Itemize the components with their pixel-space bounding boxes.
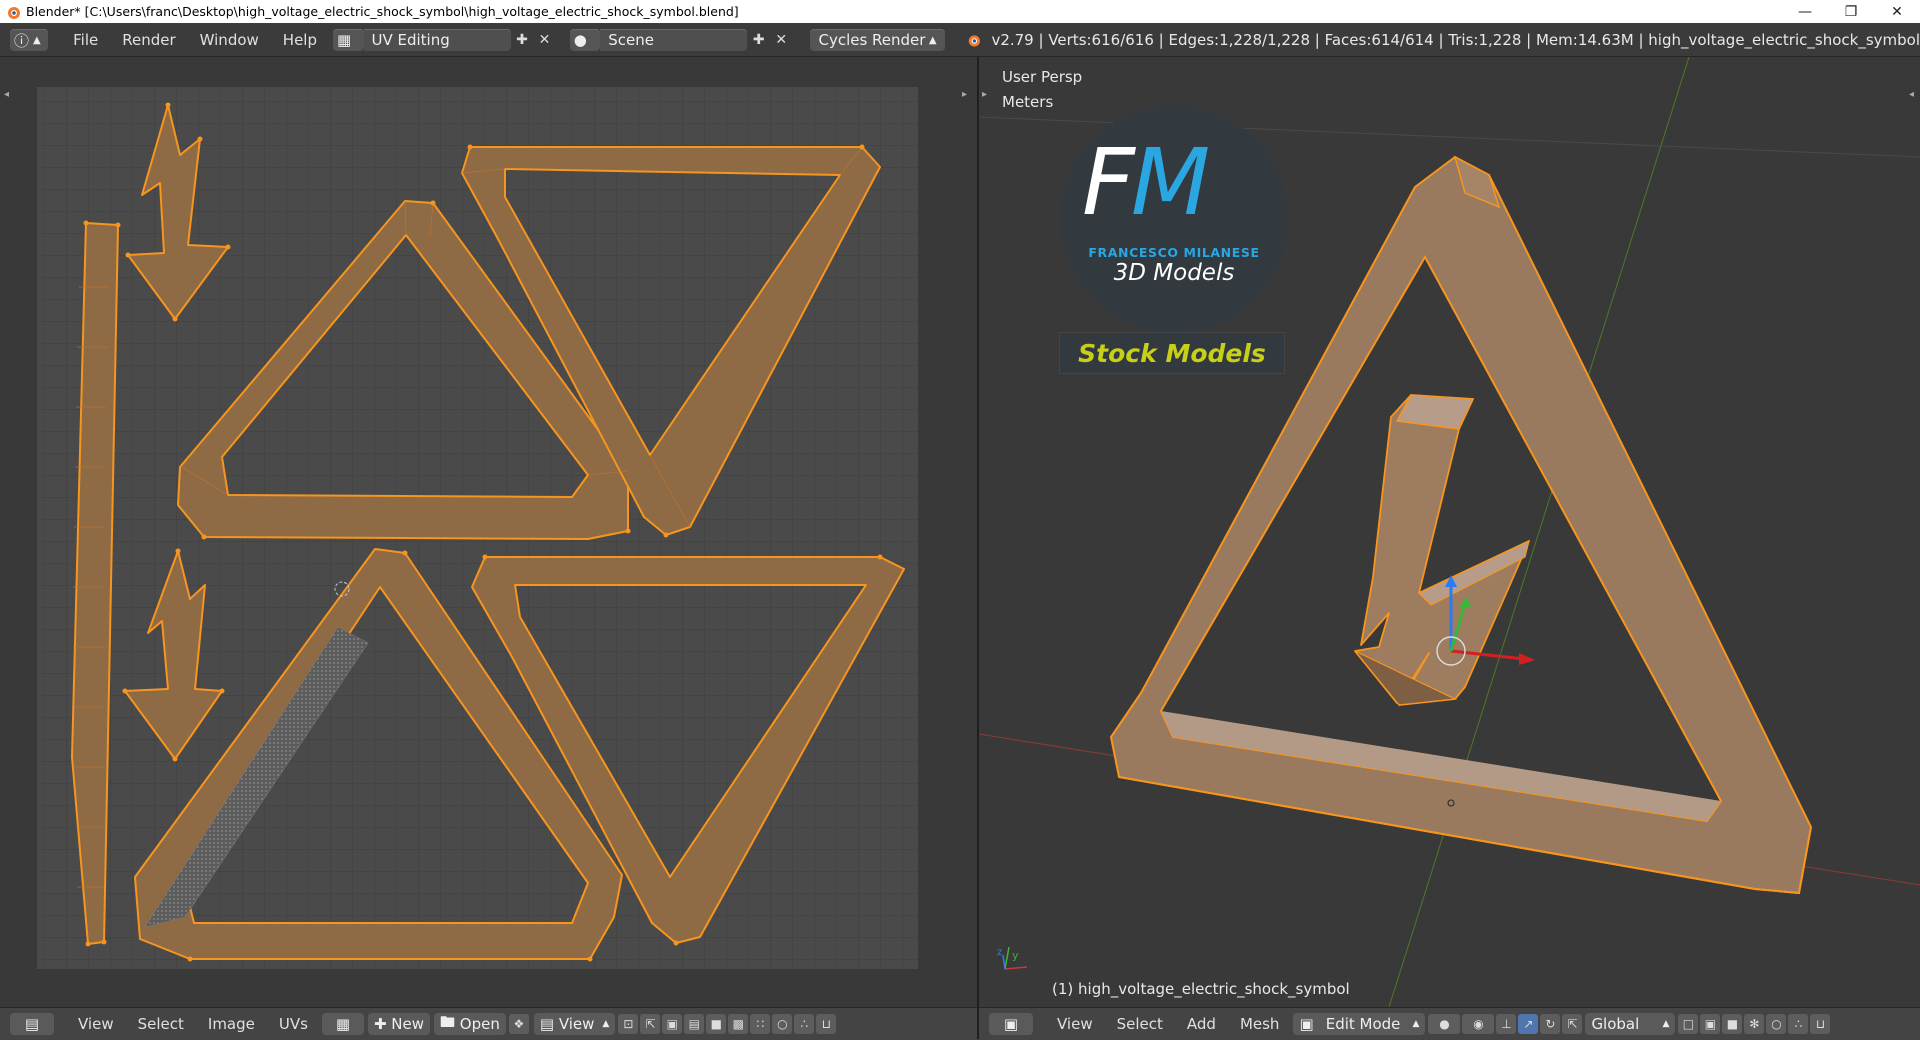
toolshelf-toggle-icon[interactable]: ◂ xyxy=(4,89,9,100)
folder-icon: 🖿 xyxy=(440,1012,460,1031)
translate-manipulator-icon[interactable]: ↗ xyxy=(1518,1014,1539,1034)
blender-logo-icon xyxy=(8,6,20,19)
uv-image-editor[interactable]: ◂ ▸ xyxy=(0,57,978,1007)
close-icon[interactable]: ✕ xyxy=(1874,0,1920,23)
sticky-mode-icon[interactable]: ∷ xyxy=(750,1014,771,1034)
view-mode-label: View xyxy=(558,1015,595,1033)
remove-layout-icon[interactable]: ✕ xyxy=(533,29,556,51)
menu-window[interactable]: Window xyxy=(188,24,271,56)
viewport-properties-toggle-icon[interactable]: ◂ xyxy=(1909,89,1914,100)
units-label: Meters xyxy=(1002,93,1054,111)
face-select-icon[interactable]: ■ xyxy=(706,1014,727,1034)
uv-menu-select[interactable]: Select xyxy=(126,1015,196,1033)
layers-icon[interactable]: □ xyxy=(1678,1014,1699,1034)
open-image-label: Open xyxy=(459,1015,500,1033)
face-mode-icon[interactable]: ■ xyxy=(1722,1014,1743,1034)
plus-icon: ✚ xyxy=(373,1015,392,1033)
watermark-logo: FM FRANCESCO MILANESE 3D Models xyxy=(1060,105,1288,333)
menu-render[interactable]: Render xyxy=(110,24,187,56)
new-image-label: New xyxy=(391,1015,424,1033)
uv-menu-image[interactable]: Image xyxy=(196,1015,267,1033)
proportional-edit-icon[interactable]: ○ xyxy=(772,1014,793,1034)
render-engine-select[interactable]: Cycles Render ▲ xyxy=(810,29,945,51)
render-preview-icon[interactable]: ⊔ xyxy=(1810,1014,1831,1034)
add-layout-icon[interactable]: ✚ xyxy=(511,29,534,51)
snap-magnet-icon[interactable]: ∴ xyxy=(1788,1014,1809,1034)
window-titlebar: Blender* [C:\Users\franc\Desktop\high_vo… xyxy=(0,0,1920,23)
watermark-banner-text: Stock Models xyxy=(1078,338,1266,368)
view-mode-select[interactable]: ▤ View ▲ xyxy=(533,1013,616,1035)
pivot-point-icon[interactable]: ◉ xyxy=(1462,1014,1495,1034)
3d-viewport[interactable]: y z ▸ ◂ User Persp Meters (1) high_volta… xyxy=(979,57,1920,1007)
transform-orientation-label: Global xyxy=(1591,1015,1640,1033)
uv-editor-header: ▤ View Select Image UVs ▦ ✚ New 🖿 Open ❖… xyxy=(0,1007,977,1040)
occlude-icon[interactable]: ✻ xyxy=(1744,1014,1765,1034)
editor-type-info-button[interactable]: ⓘ ▲ xyxy=(10,29,48,51)
mode-label: Edit Mode xyxy=(1325,1015,1401,1033)
scene-stats: v2.79 | Verts:616/616 | Edges:1,228/1,22… xyxy=(991,31,1920,49)
view-mode-icon: ▤ xyxy=(539,1015,559,1033)
pivot-icon[interactable]: ⊡ xyxy=(618,1014,639,1034)
render-engine-label: Cycles Render xyxy=(818,31,926,49)
active-channel-icon[interactable]: ⊔ xyxy=(816,1014,837,1034)
snap-icon[interactable]: ∴ xyxy=(794,1014,815,1034)
uv-editor-type-icon[interactable]: ▤ xyxy=(10,1013,54,1035)
shading-solid-icon[interactable]: ● xyxy=(1428,1014,1461,1034)
scale-manipulator-icon[interactable]: ⇱ xyxy=(1562,1014,1583,1034)
edit-mode-icon: ▣ xyxy=(1299,1015,1314,1033)
window-title: Blender* [C:\Users\franc\Desktop\high_vo… xyxy=(26,4,739,19)
watermark-banner: Stock Models xyxy=(1059,332,1285,374)
new-image-button[interactable]: ✚ New xyxy=(367,1013,430,1035)
object-label: (1) high_voltage_electric_shock_symbol xyxy=(1052,980,1350,998)
rotate-manipulator-icon[interactable]: ↻ xyxy=(1540,1014,1561,1034)
properties-toggle-icon[interactable]: ▸ xyxy=(962,89,967,100)
image-browse-icon[interactable]: ▦ xyxy=(321,1013,364,1035)
island-select-icon[interactable]: ▩ xyxy=(728,1014,749,1034)
viewport-menu-select[interactable]: Select xyxy=(1105,1015,1175,1033)
manipulator-toggle-icon[interactable]: ⊥ xyxy=(1496,1014,1517,1034)
blender-icon xyxy=(968,35,980,47)
restore-icon[interactable]: ❐ xyxy=(1828,0,1874,23)
orientation-axes-gizmo: y z xyxy=(997,946,1028,970)
proportional-icon[interactable]: ○ xyxy=(1766,1014,1787,1034)
view-name: User Persp xyxy=(1002,68,1083,86)
lightning-bolt-mesh[interactable] xyxy=(1354,394,1530,706)
menu-help[interactable]: Help xyxy=(271,24,329,56)
mode-select[interactable]: ▣ Edit Mode ▲ xyxy=(1293,1013,1426,1035)
watermark-initial-m: M xyxy=(1130,129,1210,236)
viewport-toolshelf-toggle-icon[interactable]: ▸ xyxy=(982,89,987,100)
open-image-button[interactable]: 🖿 Open xyxy=(434,1013,506,1035)
pin-icon[interactable]: ❖ xyxy=(508,1014,529,1034)
scene-label: Scene xyxy=(608,31,654,49)
watermark-initial-f: F xyxy=(1082,129,1135,236)
viewport-header: ▣ View Select Add Mesh ▣ Edit Mode ▲ ● ◉ ⊥… xyxy=(979,1007,1920,1040)
edge-select-icon[interactable]: ▤ xyxy=(684,1014,705,1034)
scene-icon[interactable]: ● xyxy=(569,29,601,51)
transform-orientation-select[interactable]: Global ▲ xyxy=(1585,1013,1676,1035)
svg-text:y: y xyxy=(1012,949,1019,962)
viewport-editor-type-icon[interactable]: ▣ xyxy=(989,1013,1033,1035)
screen-layout-icon[interactable]: ▦ xyxy=(333,29,364,51)
add-scene-icon[interactable]: ✚ xyxy=(747,29,770,51)
vertex-mode-icon[interactable]: ▣ xyxy=(1700,1014,1721,1034)
screen-layout-label: UV Editing xyxy=(371,31,450,49)
svg-text:z: z xyxy=(997,947,1002,958)
info-icon: ⓘ xyxy=(14,31,30,50)
sync-selection-icon[interactable]: ⇱ xyxy=(640,1014,661,1034)
viewport-menu-mesh[interactable]: Mesh xyxy=(1228,1015,1292,1033)
watermark-author: FRANCESCO MILANESE xyxy=(1088,245,1260,260)
viewport-menu-add[interactable]: Add xyxy=(1175,1015,1228,1033)
scene-field[interactable]: Scene xyxy=(600,29,748,51)
watermark-subtitle: 3D Models xyxy=(1113,260,1235,286)
screen-layout-field[interactable]: UV Editing xyxy=(363,29,511,51)
menu-file[interactable]: File xyxy=(61,24,110,56)
remove-scene-icon[interactable]: ✕ xyxy=(770,29,793,51)
viewport-menu-view[interactable]: View xyxy=(1045,1015,1105,1033)
info-header: ⓘ ▲ File Render Window Help ▦ UV Editing … xyxy=(0,24,1920,57)
uv-menu-view[interactable]: View xyxy=(66,1015,126,1033)
vertex-select-icon[interactable]: ▣ xyxy=(662,1014,683,1034)
uv-menu-uvs[interactable]: UVs xyxy=(267,1015,320,1033)
uv-canvas[interactable]: ◂ ▸ xyxy=(0,57,978,1007)
minimize-icon[interactable]: — xyxy=(1782,0,1828,23)
